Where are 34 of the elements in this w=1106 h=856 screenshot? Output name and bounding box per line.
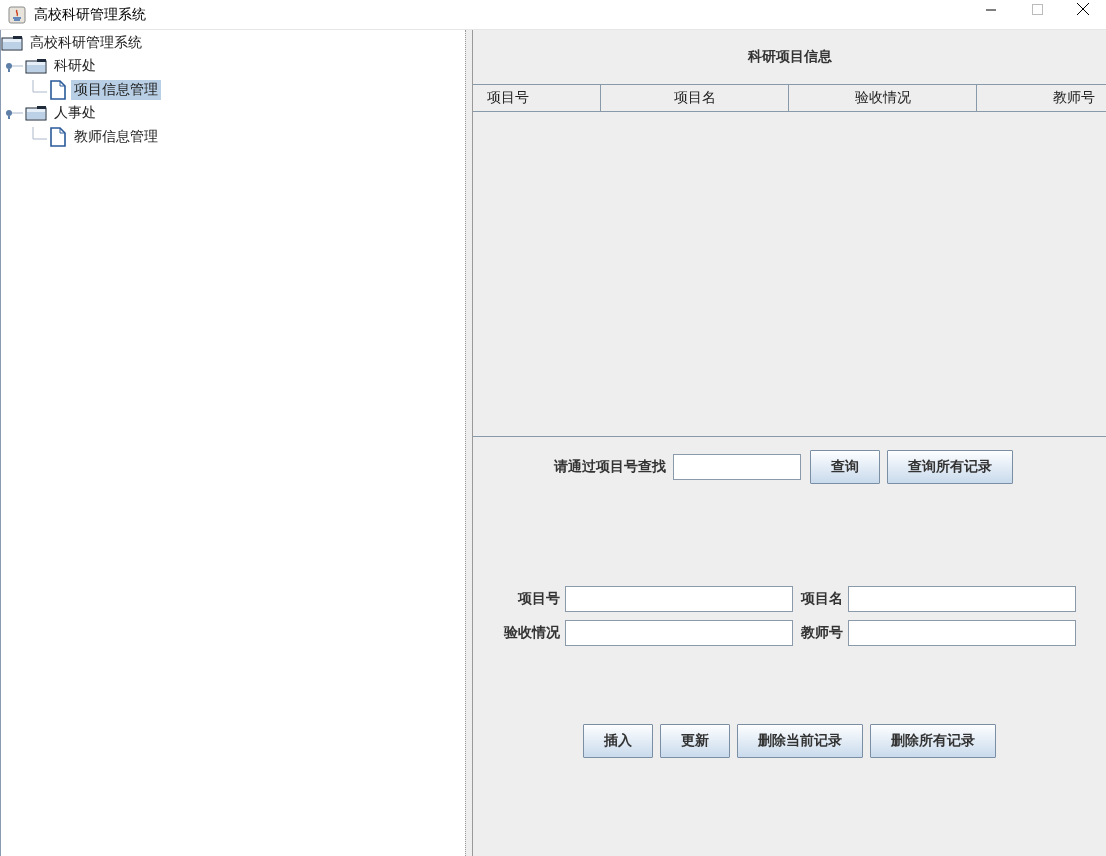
panel-title: 科研项目信息 [746,47,833,66]
app-icon [8,5,26,24]
document-icon [49,79,67,100]
tree-item[interactable]: 教师信息管理 [71,126,161,147]
search-label: 请通过项目号查找 [554,458,666,476]
input-field[interactable] [564,620,793,646]
field-label: 项目号 [517,590,560,608]
input-field[interactable] [847,620,1076,646]
field-label: 项目名 [800,590,843,608]
column-header[interactable]: 教师号 [977,85,1106,111]
action-button[interactable]: 更新 [660,724,730,758]
action-button[interactable]: 删除当前记录 [737,724,863,758]
splitter-handle[interactable] [465,30,473,856]
action-button[interactable]: 删除所有记录 [870,724,996,758]
search-field[interactable] [673,454,801,480]
input-field[interactable] [564,586,793,612]
tree-item[interactable]: 项目信息管理 [71,79,161,100]
folder-icon [25,105,47,122]
query-button[interactable]: 查询所有记录 [887,450,1013,484]
field-label: 验收情况 [503,624,560,642]
tree-item[interactable]: 人事处 [51,103,99,124]
column-header[interactable]: 验收情况 [789,85,977,111]
action-button[interactable]: 插入 [583,724,653,758]
document-icon [49,126,67,147]
column-header[interactable]: 项目名 [601,85,789,111]
window-title: 高校科研管理系统 [34,5,146,24]
column-header[interactable]: 项目号 [473,85,601,111]
folder-icon [1,34,23,51]
tree-item[interactable]: 高校科研管理系统 [27,32,145,53]
field-label: 教师号 [800,624,843,642]
folder-icon [25,58,47,75]
input-field[interactable] [847,586,1076,612]
query-button[interactable]: 查询 [810,450,880,484]
tree-item[interactable]: 科研处 [51,56,99,77]
